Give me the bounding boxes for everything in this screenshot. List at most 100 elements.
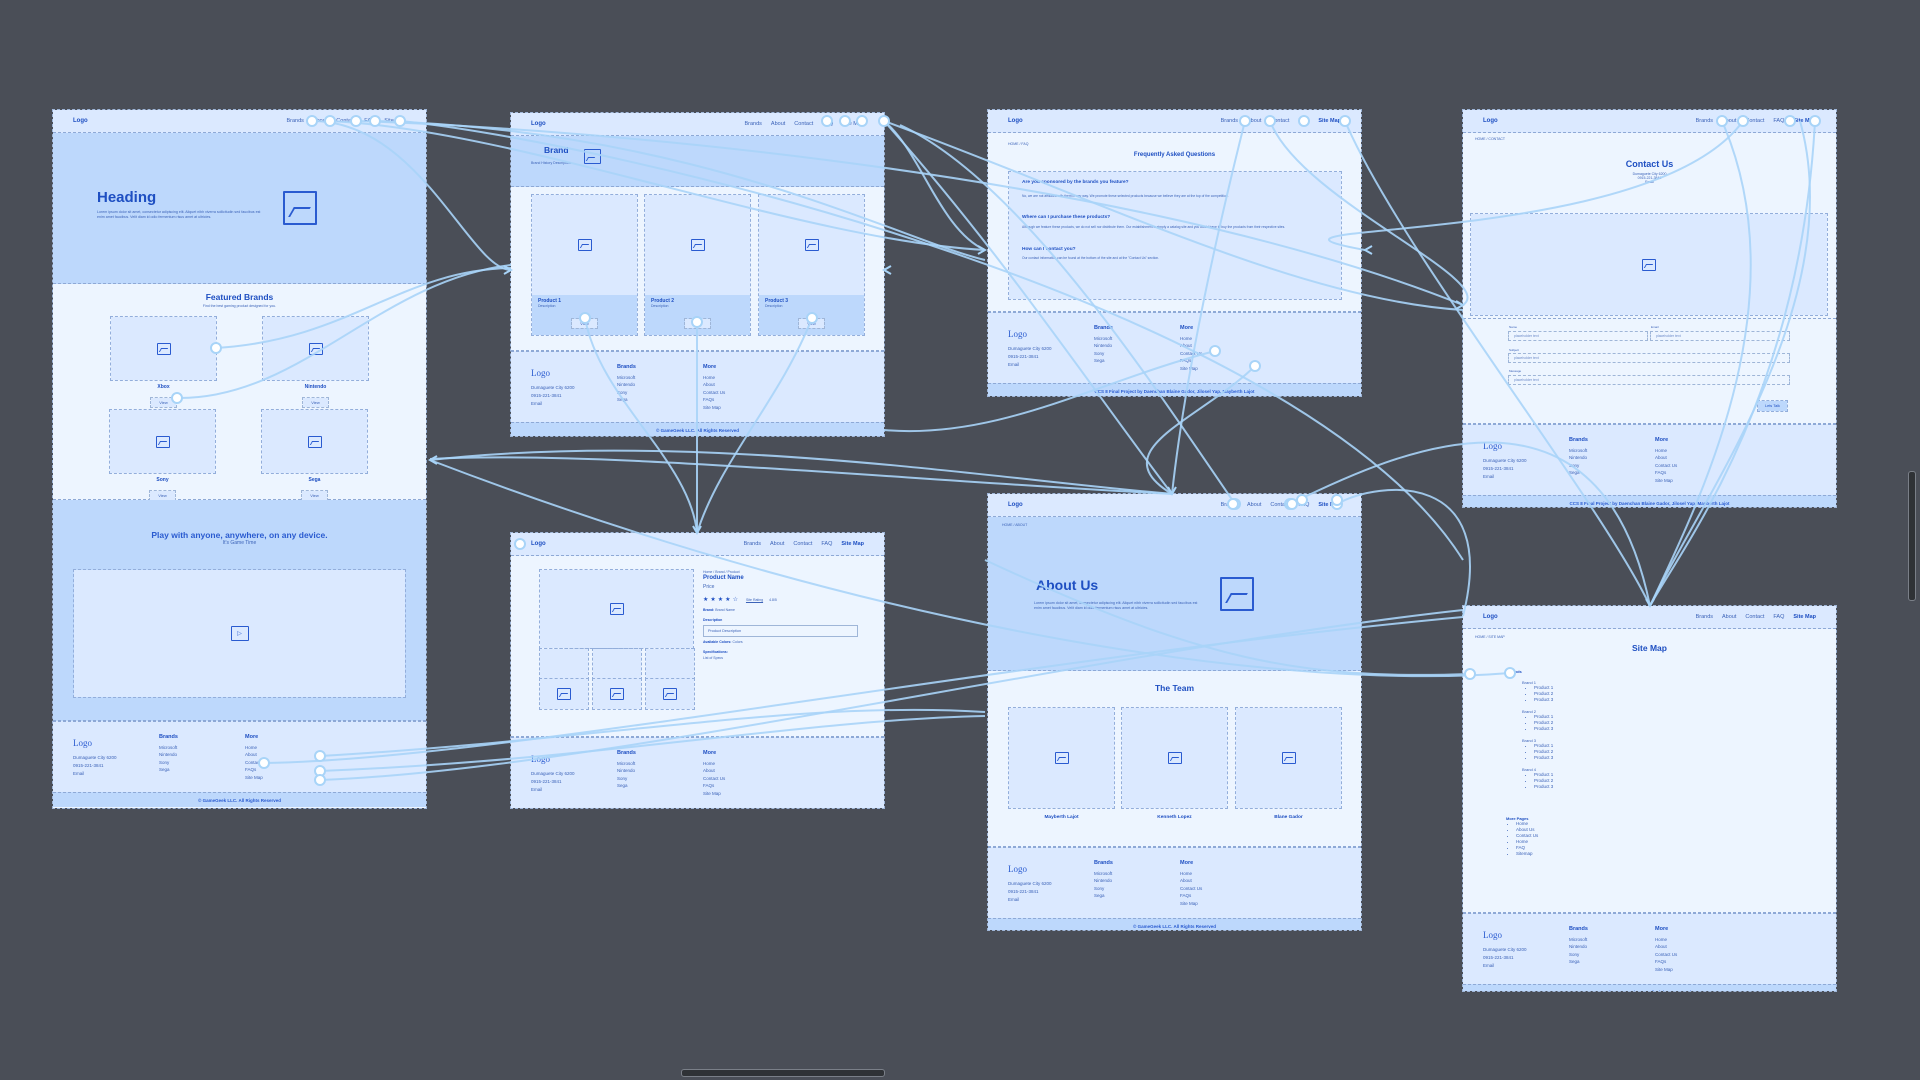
frame-faq[interactable]: Logo Brands About Contact FAQ Site Map HOME … [987, 109, 1362, 397]
footer-link[interactable]: Sony [1569, 951, 1588, 959]
sitemap-product-link[interactable]: Product 3 [1534, 755, 1553, 761]
thumbnail-image[interactable] [645, 678, 695, 710]
nav-link-contact[interactable]: Contact [1745, 614, 1764, 620]
video-placeholder[interactable]: ▷ [73, 569, 406, 698]
footer-link[interactable]: Contact Us [1180, 885, 1202, 893]
footer-link[interactable]: Nintendo [159, 751, 178, 759]
footer-link[interactable]: Microsoft [159, 744, 178, 752]
nav-link-faq[interactable]: FAQ [822, 121, 833, 127]
footer-link[interactable]: Sony [1094, 885, 1113, 893]
nav-link-about[interactable]: About [1722, 614, 1736, 620]
footer-link[interactable]: FAQs [1655, 469, 1677, 477]
nav-link-about[interactable]: About [1247, 118, 1261, 124]
faq-question[interactable]: Are you sponsored by the brands you feat… [1022, 180, 1328, 185]
footer-link[interactable]: Contact Us [1655, 951, 1677, 959]
sitemap-page-link[interactable]: Sitemap [1516, 851, 1553, 857]
thumbnail-image[interactable] [592, 678, 642, 710]
nav-logo[interactable]: Logo [73, 118, 277, 124]
footer-link[interactable]: FAQs [1655, 958, 1677, 966]
view-nintendo-button[interactable]: View [302, 397, 329, 408]
nav-link-faq[interactable]: FAQ [1773, 118, 1784, 124]
email-input[interactable]: placeholder text [1650, 331, 1790, 341]
nav-link-about[interactable]: About [1247, 502, 1261, 508]
product-main-image[interactable] [539, 569, 694, 649]
nav-link-contact[interactable]: Contact [1745, 118, 1764, 124]
footer-link[interactable]: Nintendo [1094, 342, 1113, 350]
footer-link[interactable]: Home [1655, 447, 1677, 455]
nav-link-brands[interactable]: Brands [744, 121, 761, 127]
star-rating[interactable]: ★ ★ ★ ★ ☆ [703, 596, 740, 603]
horizontal-scrollbar[interactable] [681, 1069, 885, 1077]
footer-link[interactable]: Nintendo [617, 767, 636, 775]
name-input[interactable]: placeholder text [1508, 331, 1648, 341]
nav-link-sitemap[interactable]: Site Map [1793, 614, 1816, 620]
footer-link[interactable]: Contact Us [703, 389, 725, 397]
sitemap-brands-heading[interactable]: Brands [1508, 669, 1553, 674]
footer-link[interactable]: Site Map [1180, 365, 1202, 373]
star-filled-icon[interactable]: ★ [718, 597, 723, 603]
nav-logo[interactable]: Logo [1483, 614, 1687, 620]
nav-link-brands[interactable]: Brands [1221, 118, 1238, 124]
footer-link[interactable]: Sega [159, 766, 178, 774]
sitemap-product-link[interactable]: Product 3 [1534, 784, 1553, 790]
footer-link[interactable]: Sega [1569, 958, 1588, 966]
footer-link[interactable]: FAQs [1180, 892, 1202, 900]
footer-link[interactable]: Site Map [1655, 966, 1677, 974]
nav-link-brands[interactable]: Brands [286, 118, 303, 124]
footer-link[interactable]: Contact Us [703, 775, 725, 783]
product-card[interactable]: Product 1 Description View [531, 194, 638, 336]
message-input[interactable]: placeholder text [1508, 375, 1790, 385]
nav-link-brands[interactable]: Brands [1696, 614, 1713, 620]
nav-link-sitemap[interactable]: Site Map [384, 118, 406, 124]
footer-link[interactable]: Microsoft [1569, 447, 1588, 455]
nav-link-about[interactable]: About [1722, 118, 1736, 124]
brand-card-sega-image[interactable] [261, 409, 368, 474]
footer-link[interactable]: About [1180, 877, 1202, 885]
view-xbox-button[interactable]: View [150, 397, 177, 408]
footer-link[interactable]: Contact Us [1180, 350, 1202, 358]
subject-input[interactable]: placeholder text [1508, 353, 1790, 363]
nav-link-sitemap[interactable]: Site Map [842, 121, 864, 127]
product-card[interactable]: Product 2 Description View [644, 194, 751, 336]
thumb-slot[interactable] [645, 648, 695, 680]
view-sega-button[interactable]: View [301, 490, 328, 501]
brand-card-xbox-image[interactable] [110, 316, 217, 381]
footer-link[interactable]: Site Map [1180, 900, 1202, 908]
footer-link[interactable]: FAQs [703, 782, 725, 790]
product-card[interactable]: Product 3 Description View [758, 194, 865, 336]
frame-contact[interactable]: Logo Brands About Contact FAQ Site Map HOME … [1462, 109, 1837, 508]
footer-link[interactable]: Site Map [245, 774, 267, 782]
nav-link-contact[interactable]: Contact [336, 118, 355, 124]
sitemap-product-link[interactable]: Product 3 [1534, 726, 1553, 732]
footer-link[interactable]: Nintendo [1569, 454, 1588, 462]
footer-link[interactable]: Home [703, 374, 725, 382]
view-product-button[interactable]: View [798, 318, 825, 329]
frame-brand[interactable]: Logo Brands About Contact FAQ Site Map Brand… [510, 112, 885, 437]
footer-link[interactable]: About [245, 751, 267, 759]
footer-link[interactable]: Sega [617, 396, 636, 404]
footer-link[interactable]: Home [245, 744, 267, 752]
star-filled-icon[interactable]: ★ [710, 597, 715, 603]
star-filled-icon[interactable]: ★ [725, 597, 730, 603]
breadcrumb[interactable]: HOME / SITE MAP [1475, 635, 1505, 639]
footer-link[interactable]: FAQs [1180, 357, 1202, 365]
footer-link[interactable]: Home [703, 760, 725, 768]
footer-link[interactable]: Sega [1094, 357, 1113, 365]
footer-link[interactable]: Microsoft [1094, 335, 1113, 343]
footer-link[interactable]: Sega [617, 782, 636, 790]
footer-link[interactable]: Sony [1094, 350, 1113, 358]
nav-link-brands[interactable]: Brands [1221, 502, 1238, 508]
footer-link[interactable]: Microsoft [617, 760, 636, 768]
nav-logo[interactable]: Logo [1483, 118, 1687, 124]
footer-link[interactable]: Sega [1569, 469, 1588, 477]
footer-link[interactable]: Sega [1094, 892, 1113, 900]
nav-link-sitemap[interactable]: Site Map [841, 541, 864, 547]
nav-link-contact[interactable]: Contact [794, 121, 813, 127]
footer-link[interactable]: Sony [159, 759, 178, 767]
star-empty-icon[interactable]: ☆ [733, 597, 738, 603]
footer-link[interactable]: Home [1180, 870, 1202, 878]
frame-sitemap[interactable]: Logo Brands About Contact FAQ Site Map HOME … [1462, 605, 1837, 992]
footer-link[interactable]: Home [1180, 335, 1202, 343]
nav-link-about[interactable]: About [313, 118, 327, 124]
nav-link-brands[interactable]: Brands [744, 541, 761, 547]
